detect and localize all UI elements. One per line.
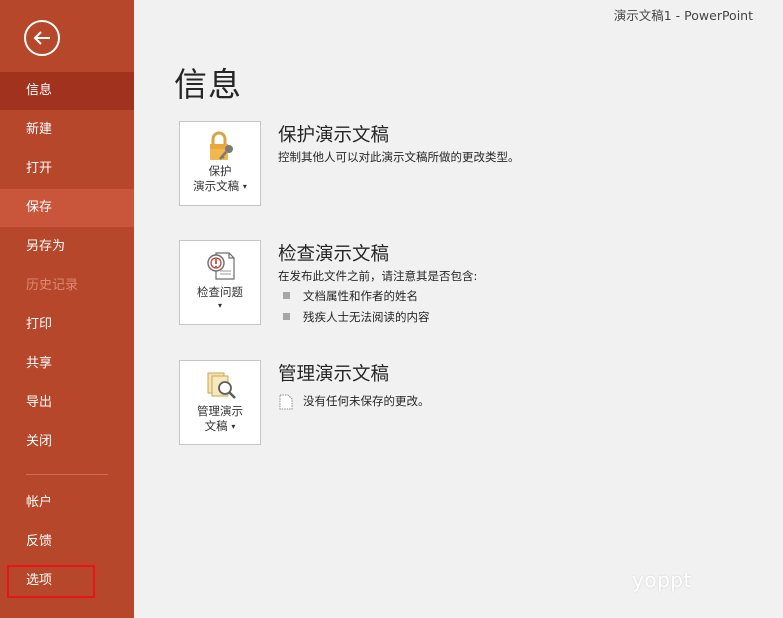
options-highlight-box — [7, 565, 95, 598]
nav-item-account[interactable]: 帐户 — [0, 484, 134, 522]
manage-documents-icon — [207, 372, 236, 399]
protect-tile-label-1: 保护 — [208, 164, 232, 178]
document-icon — [279, 394, 293, 410]
protect-tile-label-2: 演示文稿 ▾ — [193, 179, 247, 193]
inspect-bullet-item: 文档属性和作者的姓名 — [303, 289, 418, 303]
manage-section-description: 没有任何未保存的更改。 — [303, 394, 430, 408]
manage-section-title: 管理演示文稿 — [278, 364, 390, 385]
nav-item-open[interactable]: 打开 — [0, 150, 134, 188]
lock-key-icon — [210, 131, 233, 160]
check-issues-button[interactable]: 检查问题 ▾ — [179, 240, 261, 325]
bullet-icon — [283, 292, 290, 299]
nav-item-new[interactable]: 新建 — [0, 111, 134, 149]
watermark-text: yoppt — [632, 568, 692, 592]
nav-item-save-as[interactable]: 另存为 — [0, 228, 134, 266]
window-title: 演示文稿1 - PowerPoint — [613, 8, 753, 23]
nav-item-print[interactable]: 打印 — [0, 306, 134, 344]
nav-divider — [26, 474, 108, 475]
inspect-bullet-item: 残疾人士无法阅读的内容 — [303, 310, 430, 324]
nav-item-share[interactable]: 共享 — [0, 345, 134, 383]
inspect-section-title: 检查演示文稿 — [278, 244, 390, 265]
protect-section-description: 控制其他人可以对此演示文稿所做的更改类型。 — [278, 150, 520, 164]
nav-item-info[interactable]: 信息 — [0, 72, 134, 110]
backstage-sidebar: 信息 新建 打开 保存 另存为 历史记录 打印 共享 导出 关闭 帐户 反馈 选… — [0, 0, 134, 618]
manage-tile-label-1: 管理演示 — [197, 404, 243, 418]
nav-item-history: 历史记录 — [26, 278, 79, 293]
nav-item-close[interactable]: 关闭 — [0, 423, 134, 461]
inspect-document-icon — [207, 252, 235, 280]
protect-section-title: 保护演示文稿 — [278, 125, 390, 146]
inspect-section-description: 在发布此文件之前，请注意其是否包含: — [278, 269, 478, 283]
nav-item-export[interactable]: 导出 — [0, 384, 134, 422]
manage-tile-label-2: 文稿 ▾ — [204, 419, 236, 433]
back-arrow-icon[interactable] — [24, 20, 60, 56]
nav-item-feedback[interactable]: 反馈 — [0, 523, 134, 561]
protect-presentation-button[interactable]: 保护 演示文稿 ▾ — [179, 121, 261, 206]
check-issues-caret: ▾ — [217, 301, 222, 310]
nav-item-save[interactable]: 保存 — [0, 189, 134, 227]
manage-presentation-button[interactable]: 管理演示 文稿 ▾ — [179, 360, 261, 445]
page-title: 信息 — [174, 65, 242, 104]
bullet-icon — [283, 313, 290, 320]
